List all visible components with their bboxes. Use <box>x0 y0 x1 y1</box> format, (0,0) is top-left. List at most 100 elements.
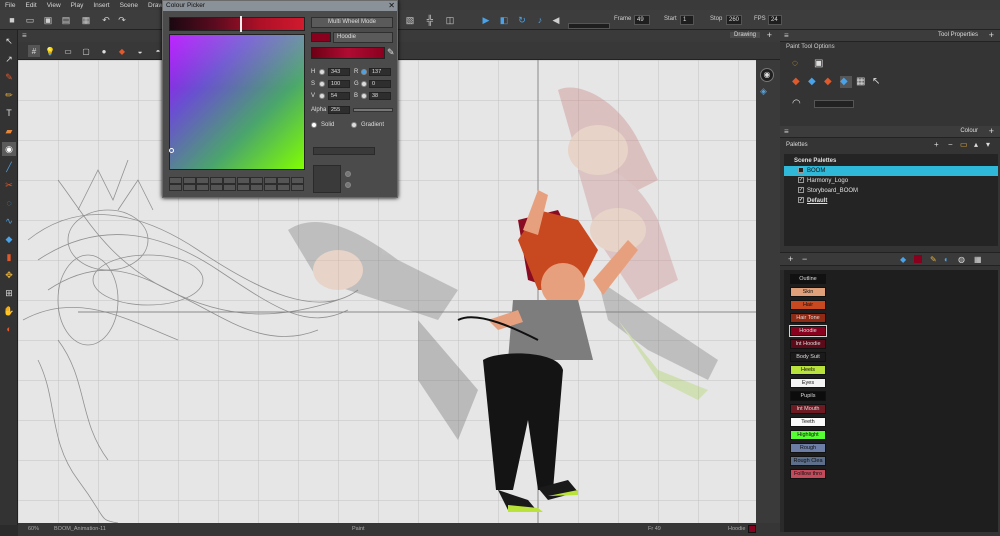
fps-field[interactable]: 24 <box>768 15 782 25</box>
recent-swatch-cell[interactable] <box>169 177 182 184</box>
menu-insert[interactable]: Insert <box>88 2 114 9</box>
tool-properties-tab[interactable]: Tool Properties <box>938 32 978 38</box>
v-field[interactable]: 54 <box>328 92 350 100</box>
g-field[interactable]: 0 <box>369 80 391 88</box>
swatch-row[interactable]: Eyes <box>790 378 1000 390</box>
add-view-button[interactable]: + <box>767 30 772 40</box>
dropper-tool-icon[interactable]: ▮ <box>2 250 16 264</box>
grid-icon[interactable]: # <box>28 45 40 57</box>
solid-radio[interactable] <box>311 122 317 128</box>
swatch-row[interactable]: Body Suit <box>790 352 1000 364</box>
rotate-tool-icon[interactable]: ◐ <box>2 322 16 336</box>
palette-checkbox[interactable]: ✓ <box>798 177 804 184</box>
colour-swatch[interactable]: Body Suit <box>790 352 826 362</box>
recent-swatch-cell[interactable] <box>277 177 290 184</box>
swatch-row[interactable]: Hair Tone <box>790 313 1000 325</box>
menu-scene[interactable]: Scene <box>115 2 143 9</box>
recent-swatch-cell[interactable] <box>250 184 263 191</box>
recent-swatch-cell[interactable] <box>223 184 236 191</box>
remove-swatch-button[interactable]: − <box>802 254 807 264</box>
colour-swatch[interactable]: Skin <box>790 287 826 297</box>
multi-wheel-mode-button[interactable]: Multi Wheel Mode <box>311 17 393 28</box>
brush-tool-icon[interactable]: ✎ <box>2 70 16 84</box>
ellipse-tool-icon[interactable]: ◌ <box>2 196 16 210</box>
menu-view[interactable]: View <box>42 2 66 9</box>
open-folder-icon[interactable]: ▭ <box>24 14 36 26</box>
close-gap-icon[interactable]: ◠ <box>792 98 801 109</box>
paint-unpainted-icon[interactable]: ◆ <box>808 76 816 87</box>
select-tool-icon[interactable]: ↖ <box>2 34 16 48</box>
swatch-link-icon[interactable]: ◍ <box>958 255 965 264</box>
cutter-tool-icon[interactable]: ✂ <box>2 178 16 192</box>
redo-icon[interactable]: ↷ <box>116 14 128 26</box>
menu-play[interactable]: Play <box>66 2 89 9</box>
colour-swatch[interactable]: Rough Clea <box>790 456 826 466</box>
swatch-row[interactable]: Hoodie <box>789 325 1000 338</box>
recent-swatch-cell[interactable] <box>182 177 196 184</box>
save-all-icon[interactable]: ▤ <box>60 14 72 26</box>
stop-field[interactable]: 260 <box>726 15 742 25</box>
palette-checkbox[interactable]: ✓ <box>798 197 804 204</box>
s-radio[interactable] <box>319 81 325 87</box>
alpha-slider[interactable] <box>353 108 393 112</box>
repaint-icon[interactable]: ◆ <box>840 76 852 88</box>
sound-icon[interactable]: ♪ <box>534 14 546 26</box>
grid-select-icon[interactable]: ▦ <box>856 76 865 87</box>
h-radio[interactable] <box>319 69 325 75</box>
recent-swatch-cell[interactable] <box>196 177 209 184</box>
swatch-row[interactable]: Heels <box>790 365 1000 377</box>
recent-swatch-cell[interactable] <box>290 184 304 191</box>
colour-swatch[interactable]: Hoodie <box>789 325 827 337</box>
recent-swatch-cell[interactable] <box>209 177 223 184</box>
recent-swatch-cell[interactable] <box>290 177 304 184</box>
r-field[interactable]: 137 <box>369 68 391 76</box>
contour-editor-icon[interactable]: ↗ <box>2 52 16 66</box>
frame-field[interactable]: 49 <box>634 15 650 25</box>
add-palette-button[interactable]: + <box>934 140 939 149</box>
colour-swatch[interactable]: Int Hoodie <box>790 339 826 349</box>
colour-swatch[interactable]: Pupils <box>790 391 826 401</box>
colour-swatch[interactable]: Rough <box>790 443 826 453</box>
line-tool-icon[interactable]: ╱ <box>2 160 16 174</box>
gradient-radio[interactable] <box>351 122 357 128</box>
texture-radio-1[interactable] <box>345 171 351 177</box>
onion-skin-view-icon[interactable]: ● <box>98 45 110 57</box>
recent-swatch-cell[interactable] <box>236 184 250 191</box>
show-strokes-icon[interactable]: ▭ <box>62 45 74 57</box>
colour-swatch[interactable]: Outline <box>790 274 826 284</box>
save-icon[interactable]: ▣ <box>42 14 54 26</box>
view-mode-icon[interactable]: ▢ <box>80 45 92 57</box>
swatch-row[interactable]: Outline <box>790 274 1000 286</box>
new-scene-icon[interactable]: ■ <box>6 14 18 26</box>
menu-file[interactable]: File <box>0 2 20 9</box>
pick-icon[interactable]: ↖ <box>872 76 880 87</box>
loop-icon[interactable]: ↻ <box>516 14 528 26</box>
dropper-icon[interactable]: ✎ <box>387 47 395 58</box>
colour-swatch[interactable]: Int Mouth <box>790 404 826 414</box>
b-field[interactable]: 38 <box>369 92 391 100</box>
paint-options-icon[interactable]: ◒ <box>134 45 146 57</box>
import-icon[interactable]: ▦ <box>80 14 92 26</box>
swatch-options-icon[interactable]: ▦ <box>974 255 982 264</box>
palette-item[interactable]: BOOM <box>784 166 998 176</box>
recent-swatch-cell[interactable] <box>263 184 277 191</box>
rectangle-select-icon[interactable]: ▣ <box>814 58 823 69</box>
zoom-tool-icon[interactable]: ⊞ <box>2 286 16 300</box>
palette-checkbox[interactable]: ✓ <box>798 187 804 194</box>
playback-slider[interactable] <box>568 23 610 29</box>
v-radio[interactable] <box>319 93 325 99</box>
text-tool-icon[interactable]: T <box>2 106 16 120</box>
swatch-row[interactable]: Hair <box>790 300 1000 312</box>
close-icon[interactable]: ✕ <box>388 1 395 10</box>
recent-swatch-cell[interactable] <box>277 184 290 191</box>
colour-add-panel-button[interactable]: + <box>989 126 994 136</box>
palette-up-icon[interactable]: ▴ <box>974 140 978 149</box>
colour-swatch[interactable]: Hair <box>790 300 826 310</box>
swatch-row[interactable]: Int Mouth <box>790 404 1000 416</box>
brush-preset-icon[interactable]: ◆ <box>116 45 128 57</box>
lasso-icon[interactable]: ◌ <box>792 58 798 69</box>
gap-size-field[interactable] <box>814 100 854 108</box>
panel-divider[interactable] <box>780 270 784 532</box>
palette-item[interactable]: ✓ Storyboard_BOOM <box>798 186 1000 196</box>
hue-slider[interactable] <box>169 16 305 32</box>
